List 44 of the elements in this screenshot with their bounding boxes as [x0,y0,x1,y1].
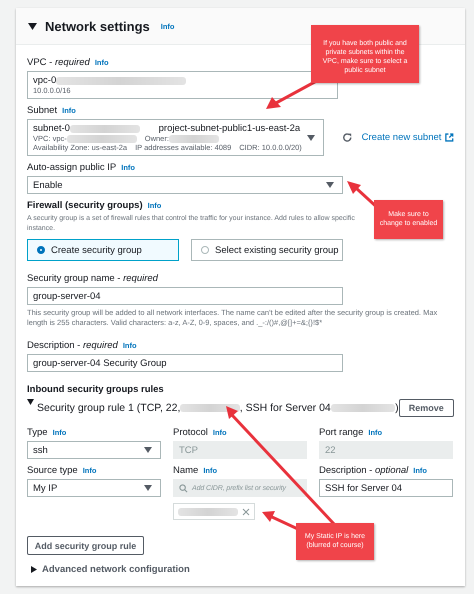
field-label: Security group name - required [27,273,158,284]
refresh-icon[interactable] [342,132,353,143]
remove-button[interactable]: Remove [398,399,454,417]
caret-icon [307,134,316,140]
radio-option[interactable]: Create security group [27,239,179,261]
add-rule-button[interactable]: Add security group rule [27,536,144,555]
field-label: Auto-assign public IP [27,162,116,173]
rule-title: ) [395,402,399,414]
field-label: Protocol [173,427,208,438]
section-title: Network settings [45,18,150,34]
create-subnet-link[interactable]: Create new subnet [362,132,442,143]
external-link-icon [445,133,454,142]
close-icon[interactable] [242,508,250,516]
rule-title: , SSH for Server 04 [240,402,331,414]
field-label: Port range [319,427,364,438]
caret-icon [144,485,152,491]
readonly-field: TCP [173,441,307,459]
description-field[interactable]: SSH for Server 04 [319,479,453,497]
caret-icon[interactable] [28,22,37,30]
section-heading: Inbound security groups rules [27,384,165,395]
field-label: Firewall (security groups) [27,200,143,211]
blurred-text [180,404,240,412]
caret-icon [31,566,37,573]
caret-icon [144,447,152,453]
auto-ip-select[interactable]: Enable [27,176,343,194]
select-field[interactable]: ssh [27,441,161,459]
field-label: VPC - required [27,57,90,68]
caret-icon [326,182,334,188]
field-label: Source type [27,465,78,476]
field-label: Description - optional [319,465,408,476]
group-name-field[interactable]: group-server-04 [27,287,343,305]
radio-option[interactable]: Select existing security group [191,239,343,261]
field-label: Name [173,465,198,476]
search-icon [179,484,188,492]
field-label: Type [27,427,48,438]
rule-title: Security group rule 1 (TCP, 22, [37,402,180,414]
advanced-toggle[interactable]: Advanced network configuration [27,564,191,575]
select-field[interactable]: My IP [27,479,161,497]
readonly-field: 22 [319,441,453,459]
field-label: Description - required [27,340,118,351]
field-label: Subnet [27,105,58,116]
group-description-field[interactable]: group-server-04 Security Group [27,354,343,372]
caret-icon[interactable] [27,399,34,405]
blurred-text [330,404,396,412]
